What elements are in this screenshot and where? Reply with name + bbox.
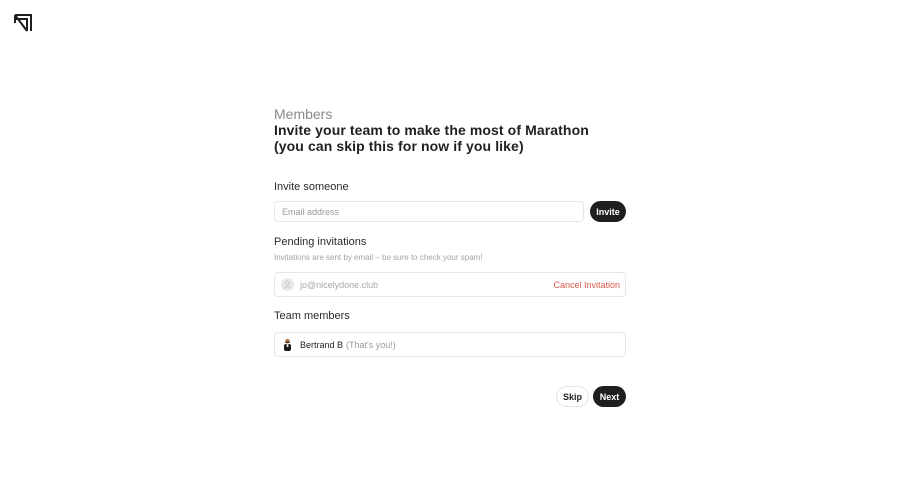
- invite-button[interactable]: Invite: [590, 201, 626, 222]
- cancel-invitation-button[interactable]: Cancel Invitation: [553, 280, 620, 290]
- pending-invitations-label: Pending invitations: [274, 236, 367, 248]
- team-members-label: Team members: [274, 310, 350, 322]
- skip-button[interactable]: Skip: [556, 386, 589, 407]
- team-member-name: Bertrand B: [300, 339, 344, 350]
- page-title-line-2: (you can skip this for now if you like): [274, 137, 524, 154]
- team-member-row: Bertrand B (That's you!): [274, 332, 626, 357]
- user-placeholder-icon: [281, 278, 294, 291]
- avatar: [281, 338, 294, 351]
- pending-invitation-row: jo@nicelydone.club Cancel Invitation: [274, 272, 626, 297]
- marathon-logo-icon[interactable]: [14, 14, 32, 32]
- invite-someone-label: Invite someone: [274, 181, 349, 193]
- email-input[interactable]: [274, 201, 584, 222]
- page-title-line-1: Invite your team to make the most of Mar…: [274, 122, 589, 138]
- section-kicker: Members: [274, 106, 333, 122]
- pending-invitations-hint: Invitations are sent by email – be sure …: [274, 253, 483, 262]
- pending-invitation-email: jo@nicelydone.club: [300, 279, 379, 290]
- members-onboarding-panel: Members Invite your team to make the mos…: [274, 106, 626, 407]
- team-member-suffix: (That's you!): [346, 339, 396, 350]
- next-button[interactable]: Next: [593, 386, 626, 407]
